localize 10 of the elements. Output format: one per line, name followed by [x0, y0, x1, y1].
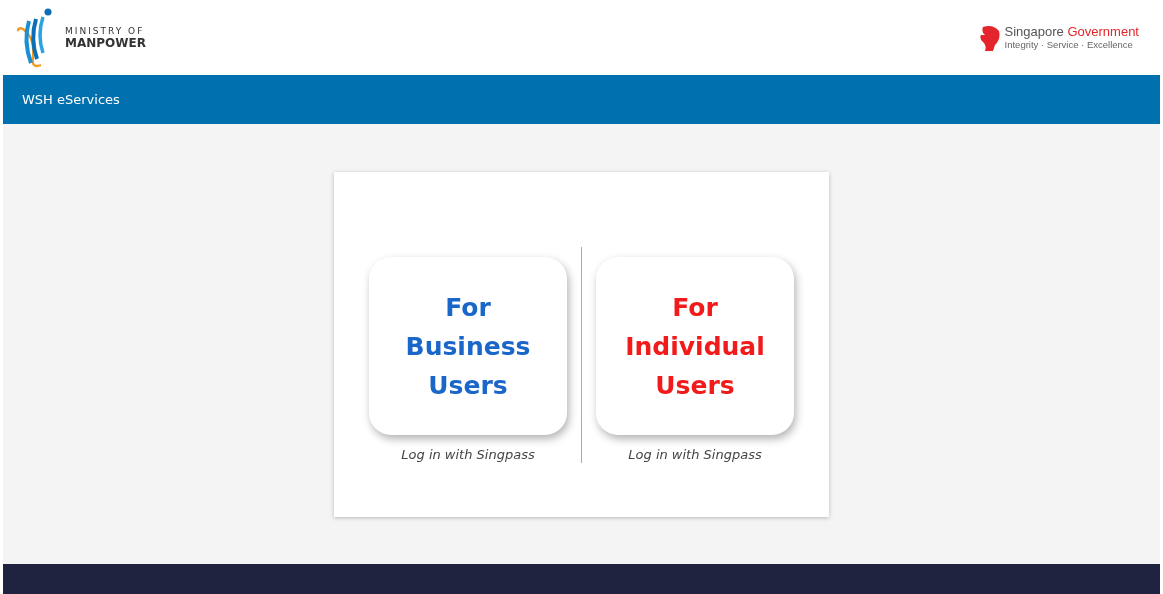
- login-caption: Log in with Singpass: [401, 447, 535, 462]
- government-tagline: Integrity · Service · Excellence: [1004, 39, 1134, 50]
- logo-text: MINISTRY OF: [65, 25, 146, 36]
- government-name: Government: [1067, 24, 1139, 39]
- user-type-button[interactable]: For Business Users: [369, 257, 567, 435]
- nav-title[interactable]: WSH eServices: [22, 92, 120, 107]
- login-caption: Log in with Singpass: [628, 447, 762, 462]
- government-name: Singapore: [1004, 24, 1064, 39]
- user-type-button[interactable]: For Individual Users: [596, 257, 794, 435]
- logo-text: MANPOWER: [65, 35, 146, 50]
